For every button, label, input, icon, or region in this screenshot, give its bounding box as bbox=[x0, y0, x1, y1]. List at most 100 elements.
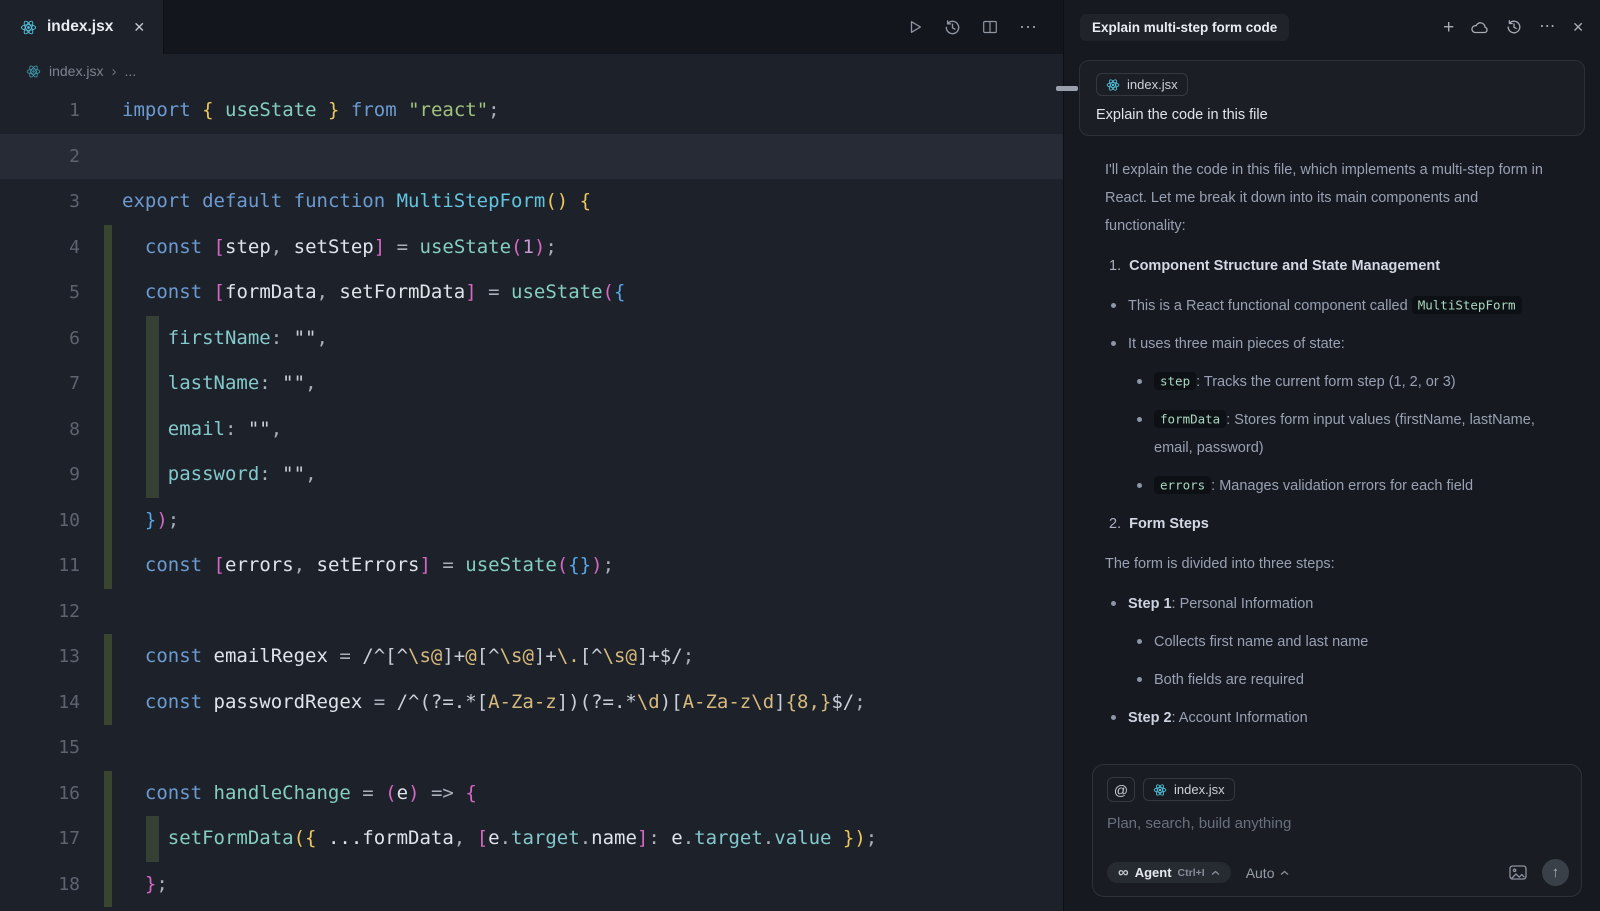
line-number: 7 bbox=[0, 361, 80, 407]
history-icon[interactable] bbox=[944, 19, 961, 36]
code-line[interactable]: 5 const [formData, setFormData] = useSta… bbox=[0, 270, 1063, 316]
bullet-item: Step 1: Personal Information bbox=[1111, 590, 1561, 618]
more-icon[interactable]: ⋯ bbox=[1019, 18, 1037, 36]
input-context-chips: @ index.jsx bbox=[1107, 777, 1567, 802]
mode-selector[interactable]: ∞ Agent Ctrl+I bbox=[1107, 862, 1231, 883]
chat-actions: + ⋯ ✕ bbox=[1443, 18, 1584, 37]
mode-label: Agent bbox=[1135, 865, 1172, 880]
bullet-item: It uses three main pieces of state: bbox=[1111, 330, 1561, 358]
breadcrumb-tail[interactable]: ... bbox=[124, 63, 136, 79]
bullet-icon bbox=[1111, 341, 1116, 346]
code-text: const emailRegex = /^[^\s@]+@[^\s@]+\.[^… bbox=[122, 634, 694, 680]
code-line[interactable]: 1 import { useState } from "react"; bbox=[0, 88, 1063, 134]
code-line[interactable]: 18 }; bbox=[0, 862, 1063, 908]
code-line[interactable]: 17 setFormData({ ...formData, [e.target.… bbox=[0, 816, 1063, 862]
code-text: }); bbox=[122, 498, 179, 544]
inline-code: errors bbox=[1154, 476, 1211, 494]
breadcrumb[interactable]: index.jsx › ... bbox=[0, 54, 1063, 88]
bullet-item: Step 2: Account Information bbox=[1111, 704, 1561, 732]
code-line[interactable]: 2 bbox=[0, 134, 1063, 180]
user-prompt-text: Explain the code in this file bbox=[1096, 107, 1568, 123]
code-line[interactable]: 10 }); bbox=[0, 498, 1063, 544]
code-line[interactable]: 16 const handleChange = (e) => { bbox=[0, 771, 1063, 817]
close-icon[interactable]: ✕ bbox=[133, 19, 145, 36]
code-line[interactable]: 9 password: "", bbox=[0, 452, 1063, 498]
code-line[interactable]: 3 export default function MultiStepForm()… bbox=[0, 179, 1063, 225]
code-line[interactable]: 15 bbox=[0, 725, 1063, 771]
history-icon[interactable] bbox=[1506, 19, 1522, 35]
tab-label: index.jsx bbox=[47, 18, 113, 36]
code-text: const [errors, setErrors] = useState({})… bbox=[122, 543, 614, 589]
input-controls: ∞ Agent Ctrl+I Auto bbox=[1107, 859, 1569, 886]
context-file-chip[interactable]: index.jsx bbox=[1096, 73, 1188, 96]
git-added-gutter bbox=[104, 316, 112, 362]
code-line[interactable]: 6 firstName: "", bbox=[0, 316, 1063, 362]
line-number: 6 bbox=[0, 316, 80, 362]
more-icon[interactable]: ⋯ bbox=[1539, 19, 1555, 35]
chevron-up-icon bbox=[1211, 870, 1220, 876]
line-number: 16 bbox=[0, 771, 80, 817]
split-editor-icon[interactable] bbox=[982, 19, 998, 35]
breadcrumb-file[interactable]: index.jsx bbox=[49, 63, 103, 79]
mode-shortcut: Ctrl+I bbox=[1178, 867, 1205, 879]
at-mention-button[interactable]: @ bbox=[1107, 777, 1135, 802]
react-icon bbox=[20, 19, 37, 36]
plus-icon[interactable]: + bbox=[1443, 18, 1454, 37]
code-text: export default function MultiStepForm() … bbox=[122, 179, 591, 225]
section-lead: The form is divided into three steps: bbox=[1105, 550, 1561, 578]
code-line[interactable]: 11 const [errors, setErrors] = useState(… bbox=[0, 543, 1063, 589]
line-number: 2 bbox=[0, 134, 80, 180]
assistant-intro: I'll explain the code in this file, whic… bbox=[1105, 156, 1561, 240]
line-number: 14 bbox=[0, 680, 80, 726]
git-added-gutter bbox=[104, 771, 112, 817]
code-text: const handleChange = (e) => { bbox=[122, 771, 477, 817]
code-text: lastName: "", bbox=[122, 361, 317, 407]
send-button[interactable]: ↑ bbox=[1542, 859, 1569, 886]
code-text: setFormData({ ...formData, [e.target.nam… bbox=[122, 816, 877, 862]
run-icon[interactable] bbox=[907, 19, 923, 35]
chat-input-box[interactable]: @ index.jsx Plan, search, build anything… bbox=[1092, 764, 1582, 897]
image-attach-icon[interactable] bbox=[1509, 865, 1527, 880]
bullet-icon bbox=[1111, 601, 1116, 606]
code-line[interactable]: 13 const emailRegex = /^[^\s@]+@[^\s@]+\… bbox=[0, 634, 1063, 680]
bullet-item: step: Tracks the current form step (1, 2… bbox=[1137, 368, 1561, 396]
code-text: password: "", bbox=[122, 452, 317, 498]
line-number: 1 bbox=[0, 88, 80, 134]
user-message-card: index.jsx Explain the code in this file bbox=[1079, 60, 1585, 136]
bullet-item: errors: Manages validation errors for ea… bbox=[1137, 472, 1561, 500]
code-line[interactable]: 4 const [step, setStep] = useState(1); bbox=[0, 225, 1063, 271]
line-number: 3 bbox=[0, 179, 80, 225]
git-added-gutter bbox=[104, 225, 112, 271]
code-text: }; bbox=[122, 862, 168, 908]
model-selector[interactable]: Auto bbox=[1246, 865, 1289, 881]
git-added-gutter bbox=[104, 543, 112, 589]
scrollbar-thumb[interactable] bbox=[1056, 86, 1078, 91]
infinity-icon: ∞ bbox=[1118, 865, 1129, 880]
inline-code: MultiStepForm bbox=[1412, 296, 1522, 314]
cloud-icon[interactable] bbox=[1471, 20, 1489, 34]
bullet-item: Both fields are required bbox=[1137, 666, 1561, 694]
chat-title[interactable]: Explain multi-step form code bbox=[1080, 14, 1289, 41]
react-icon bbox=[1153, 783, 1167, 797]
code-text: const [formData, setFormData] = useState… bbox=[122, 270, 625, 316]
code-text: const passwordRegex = /^(?=.*[A-Za-z])(?… bbox=[122, 680, 866, 726]
chat-text-input[interactable]: Plan, search, build anything bbox=[1107, 815, 1567, 832]
code-line[interactable]: 14 const passwordRegex = /^(?=.*[A-Za-z]… bbox=[0, 680, 1063, 726]
git-added-gutter bbox=[104, 452, 112, 498]
bullet-icon bbox=[1137, 483, 1142, 488]
code-line[interactable]: 7 lastName: "", bbox=[0, 361, 1063, 407]
section-heading: 2.Form Steps bbox=[1105, 510, 1561, 538]
input-file-chip[interactable]: index.jsx bbox=[1143, 778, 1235, 801]
code-text: import { useState } from "react"; bbox=[122, 88, 500, 134]
code-line[interactable]: 12 bbox=[0, 589, 1063, 635]
close-icon[interactable]: ✕ bbox=[1572, 20, 1584, 34]
bullet-item: Collects first name and last name bbox=[1137, 628, 1561, 656]
code-text: email: "", bbox=[122, 407, 282, 453]
bullet-item: formData: Stores form input values (firs… bbox=[1137, 406, 1561, 462]
tab-index-jsx[interactable]: index.jsx ✕ bbox=[0, 0, 164, 54]
code-line[interactable]: 8 email: "", bbox=[0, 407, 1063, 453]
git-added-gutter bbox=[104, 816, 112, 862]
code-editor[interactable]: 1 import { useState } from "react"; 23 expo… bbox=[0, 88, 1063, 911]
tab-bar: index.jsx ✕ ⋯ bbox=[0, 0, 1063, 54]
chevron-up-icon bbox=[1280, 870, 1289, 876]
